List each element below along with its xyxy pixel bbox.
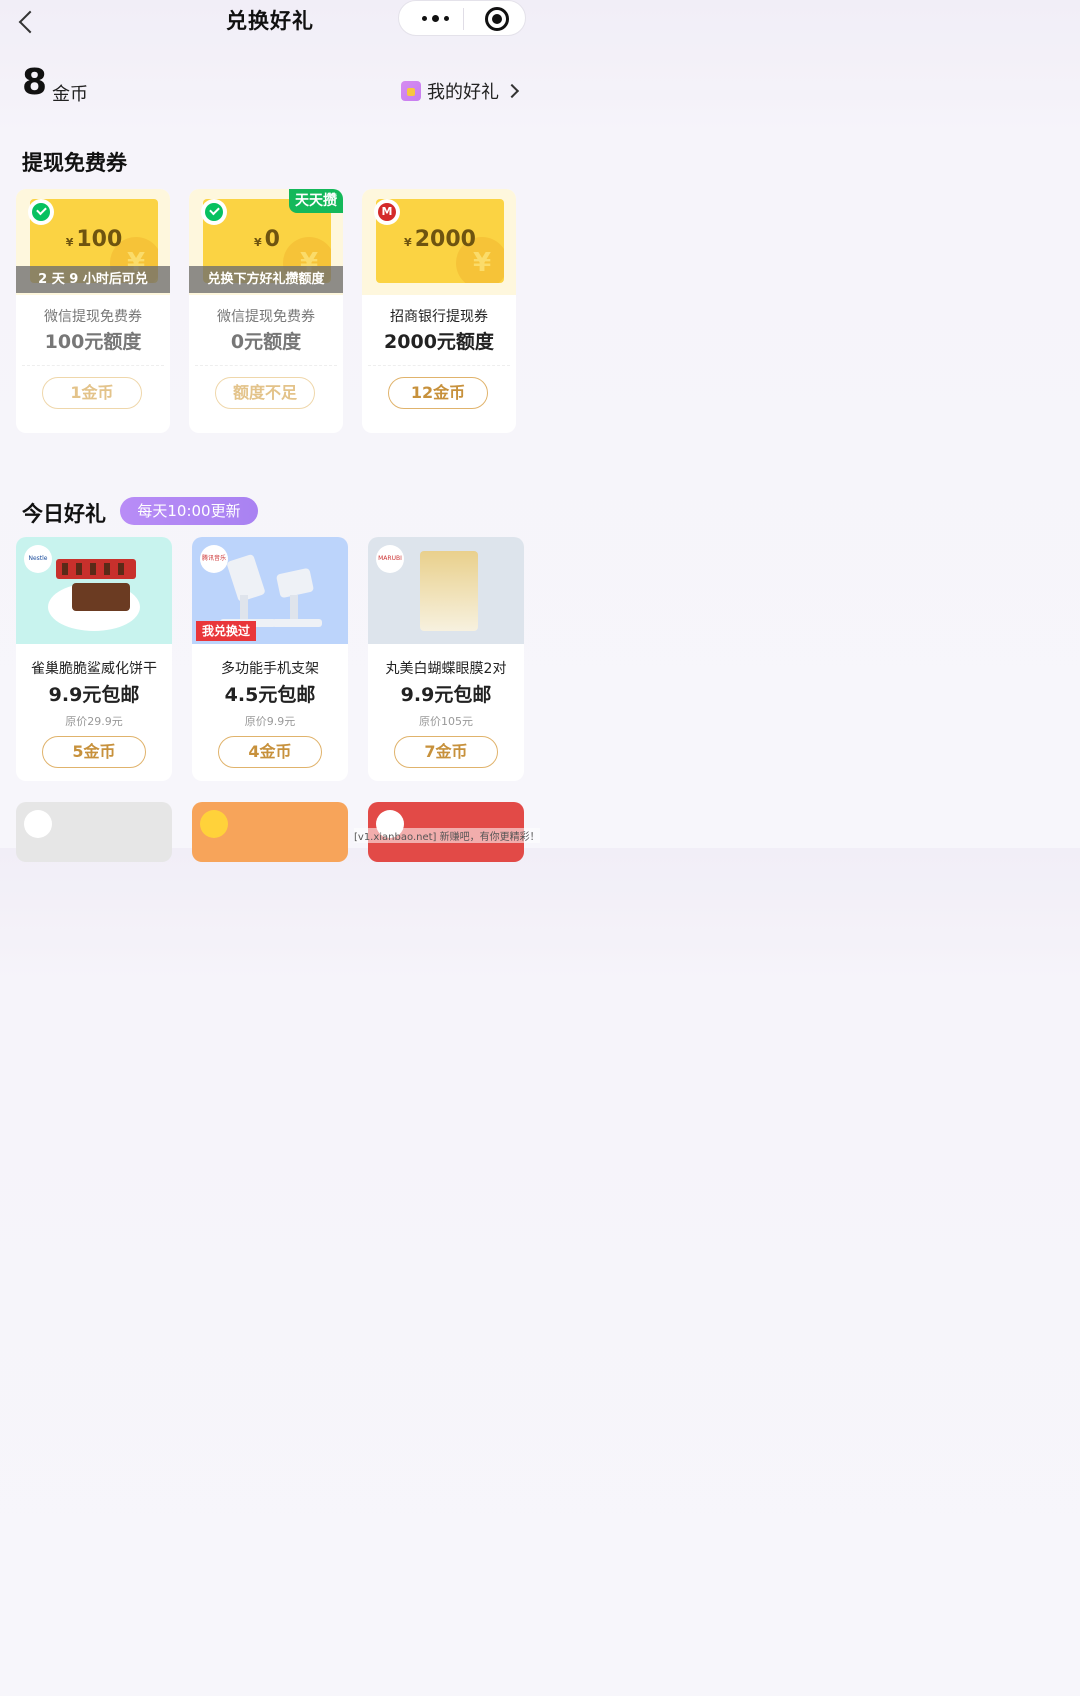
countdown-band: 2 天 9 小时后可兑 [16, 266, 170, 293]
update-time-badge: 每天10:00更新 [120, 497, 258, 525]
redeem-button[interactable]: 额度不足 [215, 377, 315, 409]
voucher-header: ¥ ¥100 2 天 9 小时后可兑 [16, 189, 170, 295]
voucher-header: ¥ ¥2000 M [362, 189, 516, 295]
more-icon[interactable] [415, 11, 455, 25]
voucher-amount: ¥100 [65, 227, 123, 252]
voucher-card[interactable]: ¥ ¥100 2 天 9 小时后可兑 微信提现免费券 100元额度 1金币 [16, 189, 170, 433]
voucher-card[interactable]: ¥ ¥0 天天攒 兑换下方好礼攒额度 微信提现免费券 0元额度 额度不足 [189, 189, 343, 433]
wechat-pay-logo [201, 199, 227, 225]
cmb-bank-logo: M [374, 199, 400, 225]
redeemed-tag: 我兑换过 [196, 621, 257, 641]
voucher-quota: 2000元额度 [384, 331, 494, 353]
product-price: 9.9元包邮 [400, 684, 492, 706]
product-card-partial[interactable] [16, 802, 172, 862]
coin-unit: 金币 [52, 84, 88, 105]
original-price: 原价29.9元 [65, 715, 123, 728]
redeem-button[interactable]: 1金币 [42, 377, 142, 409]
watermark-text: [v1.xianbao.net] 新赚吧，有你更精彩！ [354, 828, 540, 843]
divider [22, 365, 164, 366]
product-image: Nestle [16, 537, 172, 644]
voucher-amount: ¥0 [254, 227, 280, 252]
product-name: 多功能手机支架 [221, 661, 319, 677]
product-name: 雀巢脆脆鲨威化饼干 [31, 661, 157, 677]
redeem-button[interactable]: 5金币 [42, 736, 146, 768]
coin-balance: 8 [22, 62, 48, 103]
voucher-quota: 100元额度 [44, 331, 142, 353]
voucher-name: 微信提现免费券 [44, 309, 142, 325]
mini-program-capsule [398, 0, 526, 36]
product-price: 9.9元包邮 [48, 684, 140, 706]
close-target-icon[interactable] [485, 7, 509, 31]
product-name: 丸美白蝴蝶眼膜2对 [385, 661, 507, 677]
tissue-brand-logo-icon [24, 810, 52, 838]
redeem-button[interactable]: 4金币 [218, 736, 322, 768]
today-section-title: 今日好礼 [22, 502, 106, 526]
meituan-logo-icon [200, 810, 228, 838]
voucher-card[interactable]: ¥ ¥2000 M 招商银行提现券 2000元额度 12金币 [362, 189, 516, 433]
product-card[interactable]: Nestle 雀巢脆脆鲨威化饼干 9.9元包邮 原价29.9元 5金币 [16, 537, 172, 781]
product-card[interactable]: MARUBI 丸美 丸美白蝴蝶眼膜2对 9.9元包邮 原价105元 7金币 [368, 537, 524, 781]
chevron-right-icon [504, 83, 520, 99]
original-price: 原价105元 [419, 715, 473, 728]
hint-band: 兑换下方好礼攒额度 [189, 266, 343, 293]
voucher-amount-value: 100 [76, 227, 123, 252]
divider [195, 365, 337, 366]
redeem-button[interactable]: 7金币 [394, 736, 498, 768]
product-image: 腾讯音乐 我兑换过 [192, 537, 348, 644]
withdraw-section-title: 提现免费券 [22, 151, 127, 175]
voucher-name: 招商银行提现券 [390, 309, 488, 325]
my-gifts-label: 我的好礼 [427, 82, 499, 103]
wechat-pay-icon [32, 203, 50, 221]
voucher-header: ¥ ¥0 天天攒 兑换下方好礼攒额度 [189, 189, 343, 295]
my-gifts-link[interactable]: 我的好礼 [401, 80, 520, 103]
wechat-pay-icon [205, 203, 223, 221]
voucher-quota: 0元额度 [230, 331, 302, 353]
daily-save-tag: 天天攒 [289, 189, 343, 213]
product-image: MARUBI 丸美 [368, 537, 524, 644]
original-price: 原价9.9元 [244, 715, 296, 728]
brand-logo: MARUBI 丸美 [376, 545, 404, 573]
voucher-amount: ¥2000 [404, 227, 476, 252]
product-card-partial[interactable] [192, 802, 348, 862]
voucher-name: 微信提现免费券 [217, 309, 315, 325]
product-card[interactable]: 腾讯音乐 我兑换过 多功能手机支架 4.5元包邮 原价9.9元 4金币 [192, 537, 348, 781]
cmb-bank-icon: M [378, 203, 396, 221]
voucher-amount-value: 2000 [414, 227, 476, 252]
brand-logo: 腾讯音乐 [200, 545, 228, 573]
wechat-pay-logo [28, 199, 54, 225]
divider [368, 365, 510, 366]
capsule-divider [463, 8, 464, 30]
redeem-button[interactable]: 12金币 [388, 377, 488, 409]
voucher-amount-value: 0 [264, 227, 280, 252]
brand-logo: Nestle [24, 545, 52, 573]
product-price: 4.5元包邮 [224, 684, 316, 706]
gift-box-icon [401, 81, 421, 101]
